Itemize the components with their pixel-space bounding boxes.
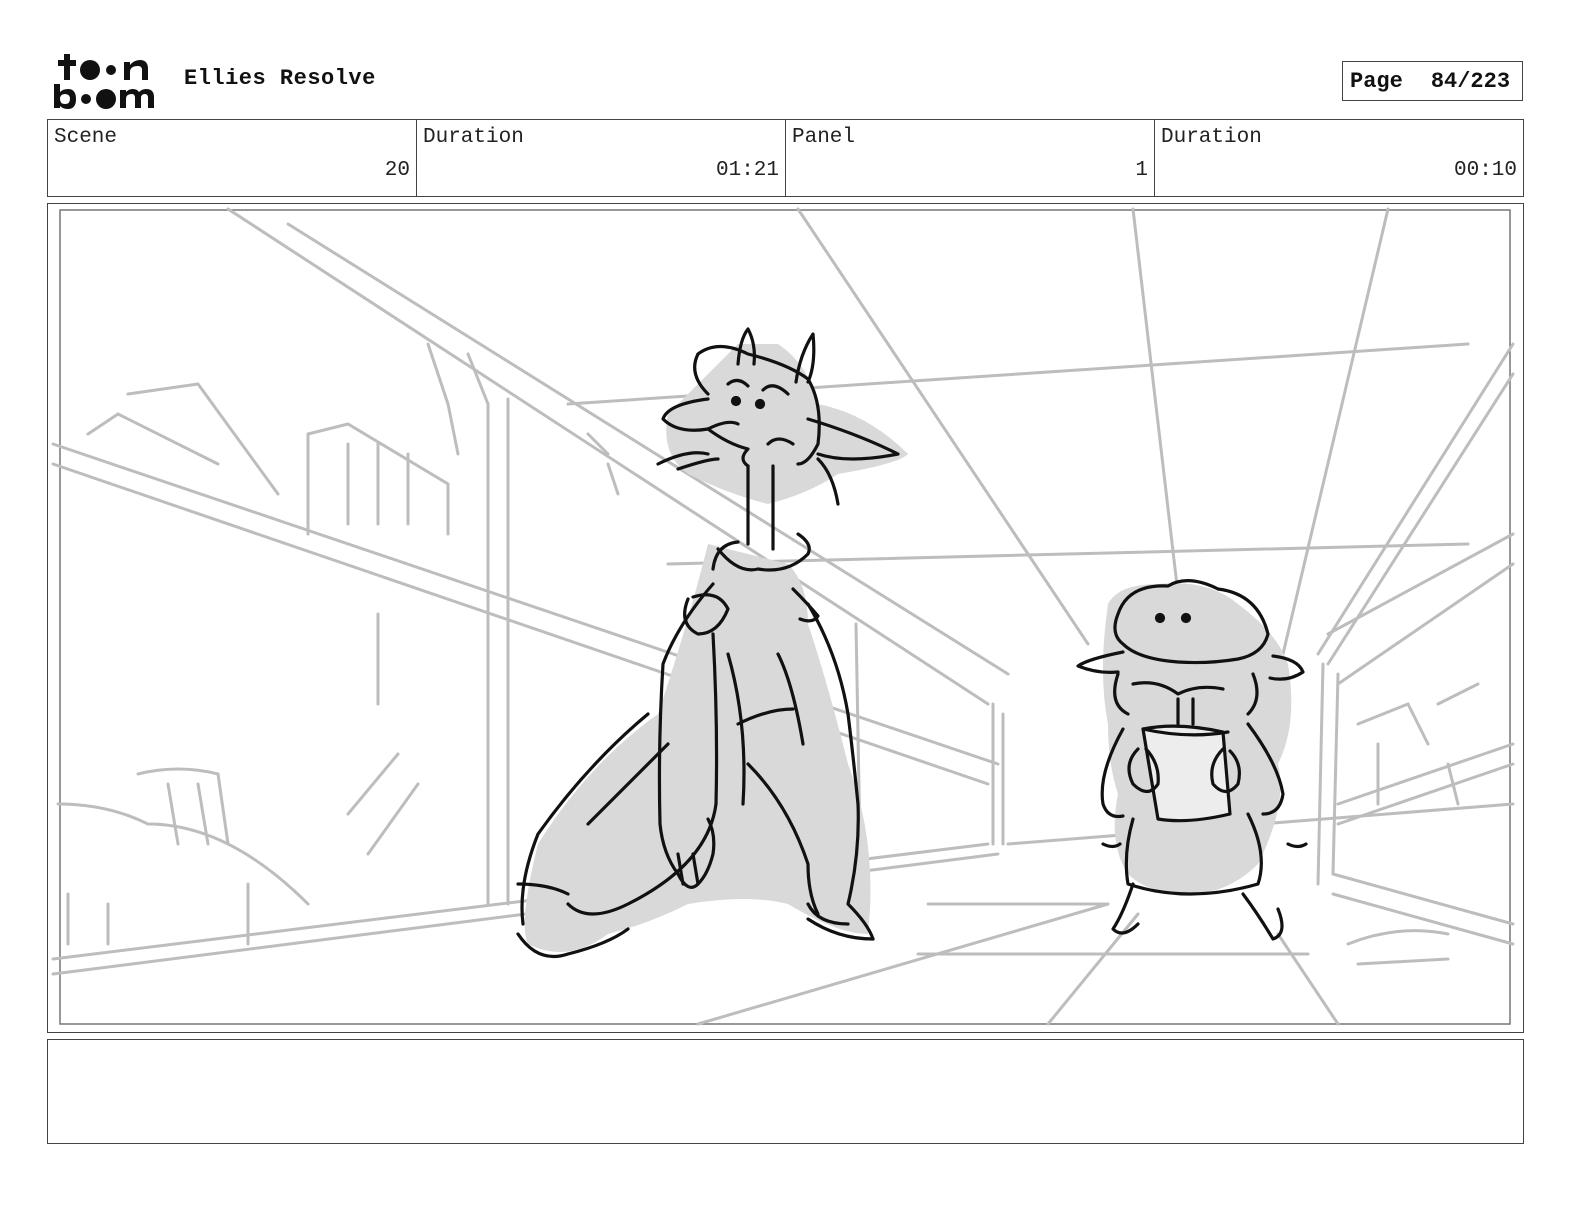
- panel-number: 1: [1135, 159, 1148, 182]
- scene-duration-value: 01:21: [715, 159, 779, 182]
- page-indicator: Page 84/223: [1342, 61, 1523, 101]
- panel-label: Panel: [792, 126, 856, 149]
- project-title: Ellies Resolve: [184, 66, 376, 91]
- character-kid: [1076, 579, 1308, 941]
- panel-duration-cell: Duration 00:10: [1154, 120, 1523, 196]
- scene-label: Scene: [54, 126, 118, 149]
- page-label: Page: [1350, 68, 1403, 94]
- panel-notes-box: [47, 1039, 1524, 1144]
- info-row: Scene 20 Duration 01:21 Panel 1 Duration…: [47, 119, 1524, 197]
- scene-duration-label: Duration: [423, 126, 524, 149]
- panel-duration-value: 00:10: [1453, 159, 1517, 182]
- panel-drawing: [51, 207, 1515, 1026]
- panel-duration-label: Duration: [1161, 126, 1262, 149]
- toon-boom-logo: [54, 54, 154, 109]
- storyboard-panel: [47, 203, 1524, 1033]
- scene-cell: Scene 20: [48, 120, 416, 196]
- page-number: 84/223: [1430, 68, 1511, 94]
- scene-duration-cell: Duration 01:21: [416, 120, 785, 196]
- scene-number: 20: [384, 159, 410, 182]
- panel-cell: Panel 1: [785, 120, 1154, 196]
